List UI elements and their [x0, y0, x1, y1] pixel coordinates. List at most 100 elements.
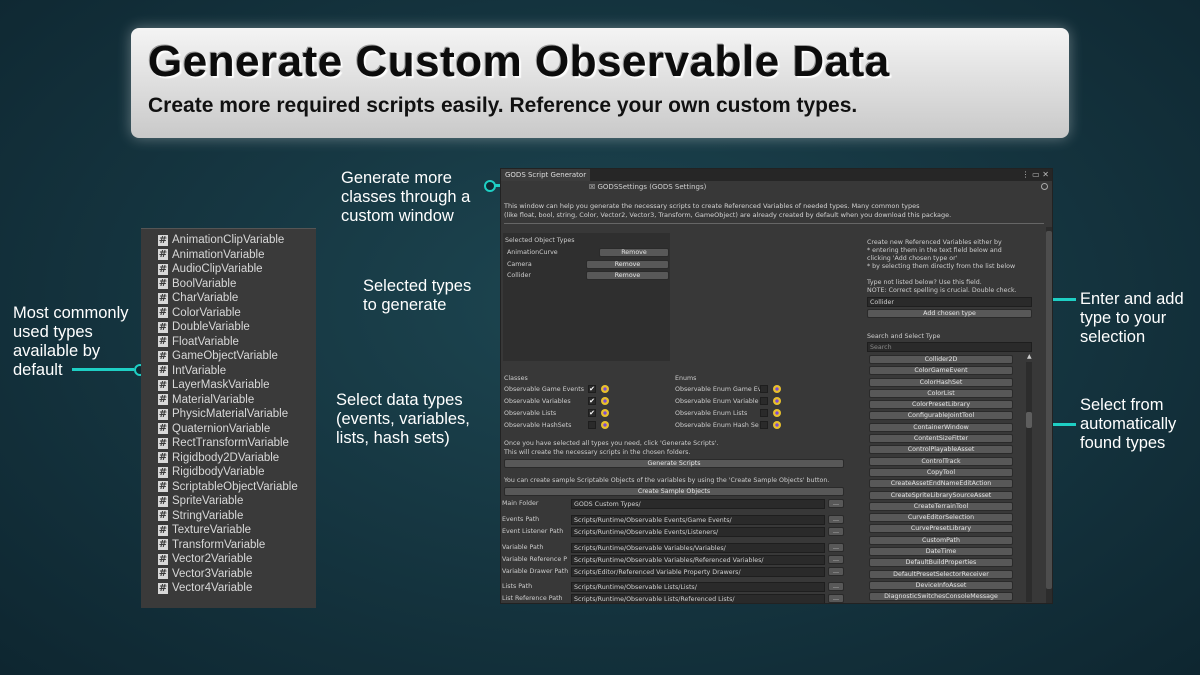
type-list-item[interactable]: # AudioClipVariable — [141, 262, 316, 277]
class-checkbox[interactable]: ✔ — [588, 385, 596, 393]
browse-button[interactable]: ... — [828, 527, 844, 536]
found-type-button[interactable]: CustomPath — [869, 535, 1013, 545]
found-type-button[interactable]: ColorHashSet — [869, 377, 1013, 387]
path-field[interactable]: Scripts/Runtime/Observable Events/Game E… — [571, 515, 825, 525]
type-list-item[interactable]: # TransformVariable — [141, 538, 316, 553]
type-list-item[interactable]: # RigidbodyVariable — [141, 465, 316, 480]
found-type-button[interactable]: ColorGameEvent — [869, 366, 1013, 376]
type-list-item[interactable]: # StringVariable — [141, 509, 316, 524]
class-checkbox[interactable]: ✔ — [588, 397, 596, 405]
settings-gear-icon[interactable] — [773, 421, 781, 429]
type-list-item[interactable]: # IntVariable — [141, 364, 316, 379]
found-type-button[interactable]: DeviceInfoAsset — [869, 580, 1013, 590]
type-list-item[interactable]: # QuaternionVariable — [141, 422, 316, 437]
type-list-item[interactable]: # AnimationClipVariable — [141, 233, 316, 248]
found-types-scrollbar[interactable] — [1026, 362, 1032, 602]
found-type-button[interactable]: CurvePresetLibrary — [869, 524, 1013, 534]
tab-gods-script-generator[interactable]: GODS Script Generator — [501, 169, 591, 181]
header-banner: Generate Custom Observable Data Create m… — [131, 28, 1069, 138]
found-type-button[interactable]: CreateSpriteLibrarySourceAsset — [869, 490, 1013, 500]
found-type-button[interactable]: ColorPresetLibrary — [869, 400, 1013, 410]
browse-button[interactable]: ... — [828, 594, 844, 603]
remove-button[interactable]: Remove — [586, 260, 669, 269]
path-field[interactable]: Scripts/Runtime/Observable Variables/Ref… — [571, 555, 825, 565]
type-list-item[interactable]: # MaterialVariable — [141, 393, 316, 408]
type-name: Vector3Variable — [172, 567, 253, 580]
type-list-item[interactable]: # Rigidbody2DVariable — [141, 451, 316, 466]
settings-gear-icon[interactable] — [601, 409, 609, 417]
found-type-button[interactable]: ContentSizeFitter — [869, 434, 1013, 444]
generate-scripts-button[interactable]: Generate Scripts — [504, 459, 844, 468]
add-chosen-type-button[interactable]: Add chosen type — [867, 309, 1032, 318]
found-type-button[interactable]: DefaultBuildProperties — [869, 558, 1013, 568]
path-field[interactable]: Scripts/Editor/Referenced Variable Prope… — [571, 567, 825, 577]
type-list-item[interactable]: # GameObjectVariable — [141, 349, 316, 364]
create-sample-objects-button[interactable]: Create Sample Objects — [504, 487, 844, 496]
type-list-item[interactable]: # DoubleVariable — [141, 320, 316, 335]
remove-button[interactable]: Remove — [586, 271, 669, 280]
found-type-button[interactable]: ContainerWindow — [869, 422, 1013, 432]
found-type-button[interactable]: CopyTool — [869, 467, 1013, 477]
window-scrollbar-thumb[interactable] — [1046, 231, 1052, 589]
browse-button[interactable]: ... — [828, 543, 844, 552]
enum-checkbox[interactable] — [760, 397, 768, 405]
found-type-button[interactable]: ConfigurableJointTool — [869, 411, 1013, 421]
path-field[interactable]: Scripts/Runtime/Observable Events/Listen… — [571, 527, 825, 537]
path-field[interactable]: Scripts/Runtime/Observable Lists/Referen… — [571, 594, 825, 603]
settings-gear-icon[interactable] — [601, 385, 609, 393]
type-list-item[interactable]: # LayerMaskVariable — [141, 378, 316, 393]
type-list-item[interactable]: # BoolVariable — [141, 277, 316, 292]
class-checkbox[interactable] — [588, 421, 596, 429]
type-list-item[interactable]: # ScriptableObjectVariable — [141, 480, 316, 495]
type-list-item[interactable]: # CharVariable — [141, 291, 316, 306]
scroll-up-arrow-icon[interactable]: ▲ — [1027, 353, 1032, 360]
found-type-button[interactable]: ControlTrack — [869, 456, 1013, 466]
object-picker-icon[interactable] — [1041, 183, 1048, 190]
found-type-button[interactable]: DateTime — [869, 547, 1013, 557]
type-list-item[interactable]: # ColorVariable — [141, 306, 316, 321]
enum-checkbox[interactable] — [760, 385, 768, 393]
browse-button[interactable]: ... — [828, 582, 844, 591]
found-type-button[interactable]: DefaultPresetSelectorReceiver — [869, 569, 1013, 579]
enum-checkbox[interactable] — [760, 421, 768, 429]
window-controls[interactable]: ⋮ ▭ ✕ — [1022, 169, 1049, 181]
settings-gear-icon[interactable] — [601, 397, 609, 405]
scrollbar-thumb[interactable] — [1026, 412, 1032, 428]
settings-gear-icon[interactable] — [773, 409, 781, 417]
path-field[interactable]: Scripts/Runtime/Observable Lists/Lists/ — [571, 582, 825, 592]
browse-button[interactable]: ... — [828, 567, 844, 576]
found-type-button[interactable]: ControlPlayableAsset — [869, 445, 1013, 455]
intro-line: (like float, bool, string, Color, Vector… — [504, 211, 952, 219]
browse-button[interactable]: ... — [828, 555, 844, 564]
enum-checkbox[interactable] — [760, 409, 768, 417]
settings-object-field[interactable]: ☒ GODSSettings (GODS Settings) — [589, 183, 706, 191]
type-list-item[interactable]: # TextureVariable — [141, 523, 316, 538]
found-type-button[interactable]: CreateAssetEndNameEditAction — [869, 479, 1013, 489]
type-list-item[interactable]: # Vector2Variable — [141, 552, 316, 567]
type-list-item[interactable]: # FloatVariable — [141, 335, 316, 350]
search-input[interactable]: Search — [867, 342, 1032, 352]
settings-gear-icon[interactable] — [773, 385, 781, 393]
type-list-item[interactable]: # Vector4Variable — [141, 581, 316, 596]
type-list-item[interactable]: # AnimationVariable — [141, 248, 316, 263]
found-type-button[interactable]: DiagnosticSwitchesConsoleMessage — [869, 592, 1013, 602]
browse-button[interactable]: ... — [828, 515, 844, 524]
type-input[interactable]: Collider — [867, 297, 1032, 307]
type-list-item[interactable]: # Vector3Variable — [141, 567, 316, 582]
type-list-item[interactable]: # PhysicMaterialVariable — [141, 407, 316, 422]
found-type-button[interactable]: Collider2D — [869, 355, 1013, 364]
type-list-item[interactable]: # RectTransformVariable — [141, 436, 316, 451]
type-name: FloatVariable — [172, 335, 239, 348]
settings-gear-icon[interactable] — [773, 397, 781, 405]
browse-button[interactable]: ... — [828, 499, 844, 508]
found-type-button[interactable]: CreateTerrainTool — [869, 501, 1013, 511]
class-checkbox[interactable]: ✔ — [588, 409, 596, 417]
settings-gear-icon[interactable] — [601, 421, 609, 429]
found-type-button[interactable]: CurveEditorSelection — [869, 513, 1013, 523]
script-icon: # — [158, 539, 168, 551]
found-type-button[interactable]: ColorList — [869, 388, 1013, 398]
path-field[interactable]: Scripts/Runtime/Observable Variables/Var… — [571, 543, 825, 553]
type-list-item[interactable]: # SpriteVariable — [141, 494, 316, 509]
path-field[interactable]: GODS Custom Types/ — [571, 499, 825, 509]
remove-button[interactable]: Remove — [599, 248, 669, 257]
